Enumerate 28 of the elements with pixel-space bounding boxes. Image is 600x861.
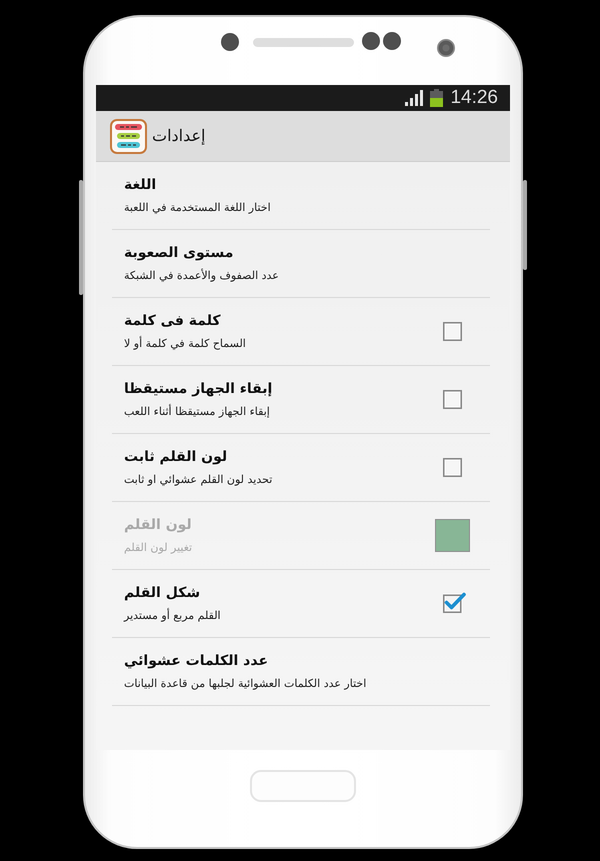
setting-summary: إبقاء الجهاز مستيقظا أثناء اللعب <box>124 404 270 419</box>
setting-title[interactable]: اللغة <box>124 176 156 194</box>
checkbox[interactable] <box>443 592 466 613</box>
setting-summary: القلم مربع أو مستدير <box>124 608 221 623</box>
signal-icon <box>405 90 424 106</box>
camera-icon <box>437 39 455 57</box>
sensor-icon <box>383 32 401 50</box>
app-icon[interactable] <box>110 118 147 154</box>
checkbox[interactable] <box>442 390 462 409</box>
setting-summary: اختار عدد الكلمات العشوائية لجلبها من قاعدة البيانات <box>124 676 366 691</box>
screen-title: إعدادات <box>152 125 206 147</box>
battery-icon <box>430 89 444 107</box>
sensor-icon <box>221 33 239 51</box>
setting-title[interactable]: مستوى الصعوبة <box>124 244 234 262</box>
setting-summary: تغيير لون القلم <box>124 540 192 555</box>
setting-summary: تحديد لون القلم عشوائي او ثابت <box>124 472 272 487</box>
setting-summary: اختار اللغة المستخدمة في اللعبة <box>124 200 271 215</box>
setting-summary: عدد الصفوف والأعمدة في الشبكة <box>124 268 279 283</box>
setting-title[interactable]: شكل القلم <box>124 584 200 602</box>
setting-title[interactable]: إبقاء الجهاز مستيقظا <box>124 380 272 398</box>
checkbox[interactable] <box>442 322 462 341</box>
checkbox[interactable] <box>442 458 462 477</box>
setting-title[interactable]: كلمة فى كلمة <box>124 312 221 330</box>
setting-title[interactable]: لون القلم ثابت <box>124 448 228 466</box>
setting-title[interactable]: عدد الكلمات عشوائي <box>124 652 268 670</box>
sensor-icon <box>362 32 380 50</box>
setting-summary: السماح كلمة في كلمة أو لا <box>124 336 246 351</box>
clock-time: 14:26 <box>450 86 498 110</box>
